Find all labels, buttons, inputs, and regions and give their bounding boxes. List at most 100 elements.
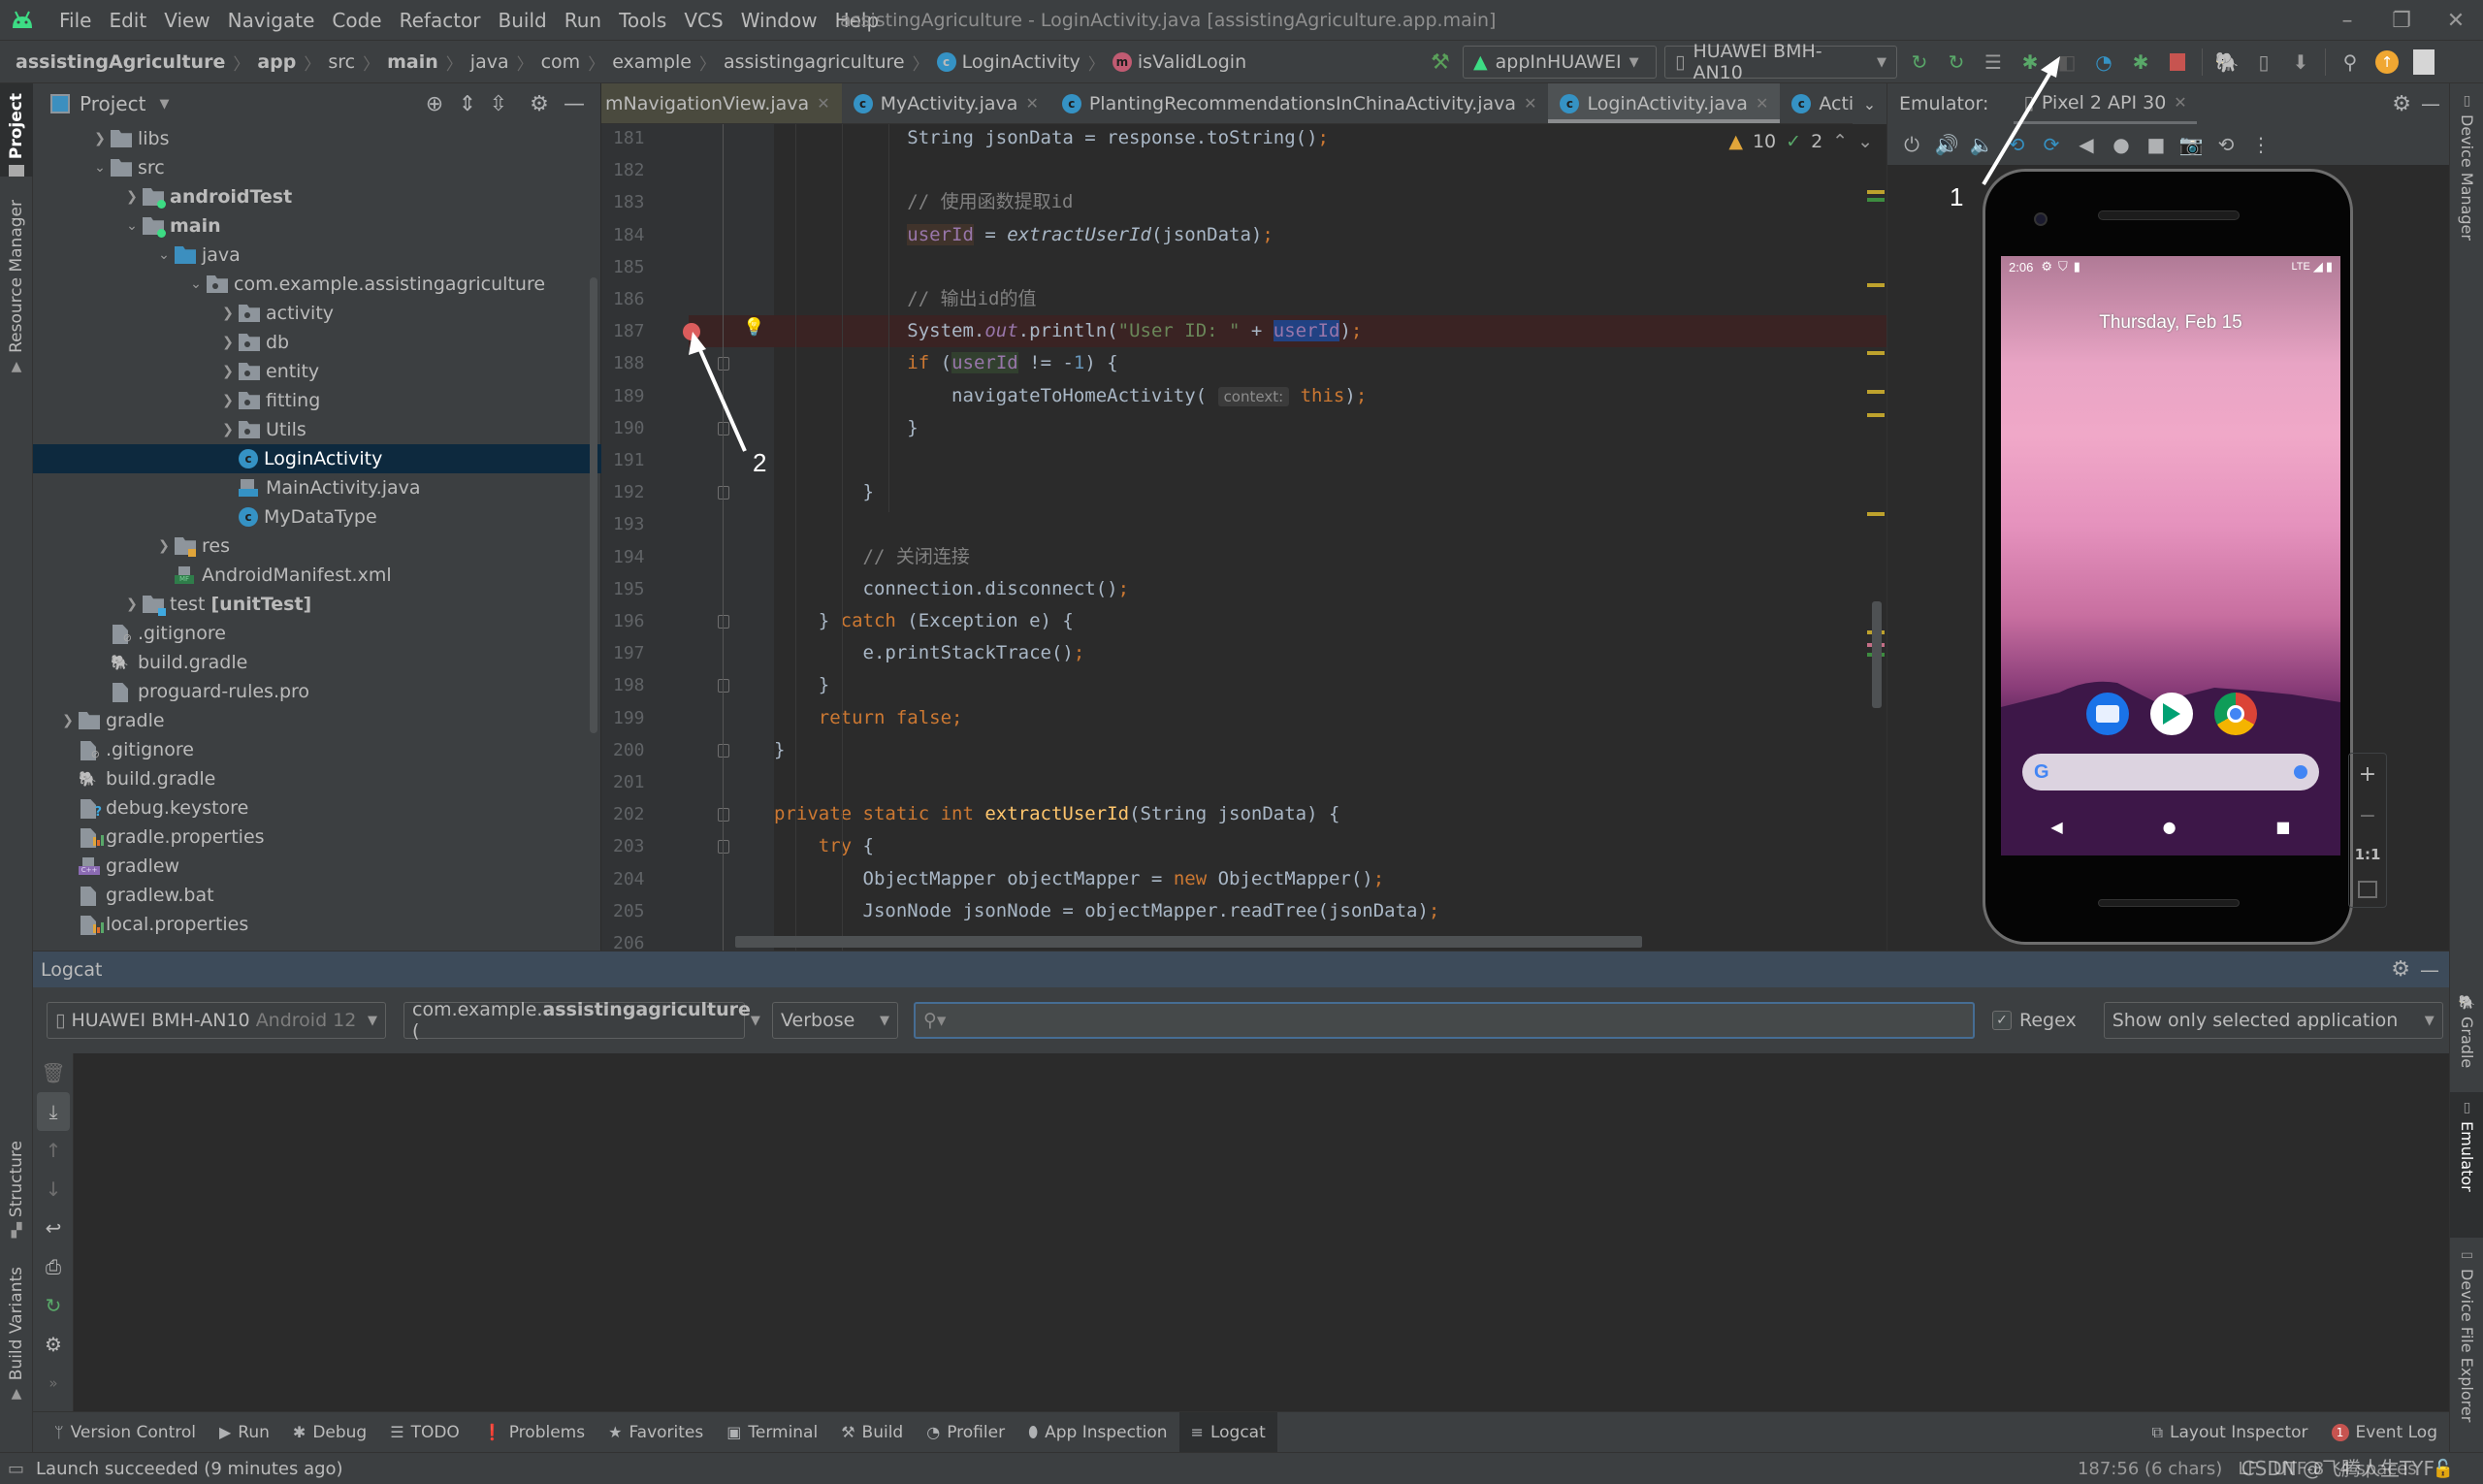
editor-tab[interactable]: mNavigationView.java ✕ (601, 83, 842, 123)
code-line[interactable]: // 关闭连接 (774, 541, 1886, 573)
line-number[interactable]: 188 (613, 347, 671, 379)
code-line[interactable]: return false; (774, 702, 1886, 734)
breadcrumb-item[interactable]: c LoginActivity (936, 51, 1080, 73)
line-number[interactable]: 189 (613, 380, 671, 412)
search-everywhere-button[interactable]: ⚲ (2332, 44, 2369, 81)
volume-down-icon[interactable]: 🔈 (1967, 130, 1996, 159)
menu-edit[interactable]: Edit (100, 9, 155, 32)
toggle-tool-windows-icon[interactable]: ▭ (8, 1459, 24, 1479)
tree-item[interactable]: ❯ fitting (33, 386, 586, 415)
editor-tab[interactable]: c PlantingRecommendationsInChinaActivity.… (1050, 83, 1549, 123)
home-icon[interactable]: ● (2107, 130, 2136, 159)
fit-screen-icon[interactable] (2358, 881, 2377, 898)
bottom-tab-run[interactable]: ▶ Run (208, 1412, 281, 1453)
more-icon[interactable]: » (33, 1364, 74, 1403)
hide-panel-icon[interactable]: — (2421, 92, 2440, 115)
line-number[interactable]: 192 (613, 476, 671, 508)
code-line[interactable]: navigateToHomeActivity( context: this); (774, 380, 1886, 412)
code-line[interactable]: userId = extractUserId(jsonData); (774, 219, 1886, 251)
tree-item[interactable]: C++ gradlew (33, 852, 586, 881)
bottom-tab-app-inspection[interactable]: ⬮ App Inspection (1016, 1412, 1178, 1453)
bottom-tab-todo[interactable]: ☰ TODO (378, 1412, 471, 1453)
code-line[interactable]: // 使用函数提取id (774, 186, 1886, 218)
tool-tab-device-manager[interactable]: ▯ Device Manager (2450, 93, 2483, 241)
tree-item[interactable]: ❯ activity (33, 299, 586, 328)
sdk-manager-button[interactable]: ⬇ (2282, 44, 2319, 81)
tree-item[interactable]: ❯ res (33, 532, 586, 561)
apply-changes-button[interactable]: ↻ (1938, 44, 1975, 81)
tabs-overflow-chevron-icon[interactable]: ⌄ (1853, 83, 1886, 124)
code-line[interactable] (774, 444, 1886, 476)
tree-item[interactable]: gradlew.bat (33, 881, 586, 910)
chevron-down-icon[interactable]: ▼ (159, 97, 169, 112)
zoom-out-button[interactable]: − (2359, 804, 2376, 828)
close-tab-icon[interactable]: ✕ (2174, 93, 2186, 112)
tree-item[interactable]: ❯ gradle (33, 706, 586, 735)
menu-tools[interactable]: Tools (610, 9, 675, 32)
menu-refactor[interactable]: Refactor (391, 9, 490, 32)
line-number[interactable]: 194 (613, 541, 671, 573)
code-line[interactable] (774, 154, 1886, 186)
chevron-right-icon[interactable]: ❯ (217, 422, 239, 437)
code-line[interactable]: } catch (Exception e) { (774, 605, 1886, 637)
volume-up-icon[interactable]: 🔊 (1932, 130, 1961, 159)
error-stripe-mark[interactable] (1867, 390, 1885, 394)
code-line[interactable]: } (774, 669, 1886, 701)
overview-icon[interactable]: ■ (2142, 130, 2171, 159)
chevron-down-icon[interactable]: ⌄ (121, 218, 143, 234)
bottom-tab-event-log[interactable]: 1 Event Log (2320, 1412, 2449, 1453)
chevron-right-icon[interactable]: ❯ (217, 393, 239, 408)
fold-marker-icon[interactable] (718, 679, 729, 694)
tree-item[interactable]: ❯ libs (33, 124, 586, 153)
tree-item[interactable]: 🐘 build.gradle (33, 648, 586, 677)
up-arrow-icon[interactable]: ↑ (33, 1131, 74, 1170)
code-line[interactable]: connection.disconnect(); (774, 573, 1886, 605)
error-stripe-mark[interactable] (1867, 283, 1885, 287)
bottom-tab-version-control[interactable]: ᛘ Version Control (43, 1412, 208, 1453)
tree-item[interactable]: proguard-rules.pro (33, 677, 586, 706)
bottom-tab-profiler[interactable]: ◔ Profiler (915, 1412, 1016, 1453)
editor-gutter[interactable]: 181 182 183 184 185 186 187 💡 188 189 190 191 192 193… (601, 124, 774, 953)
chevron-right-icon[interactable]: ❯ (89, 131, 111, 146)
snapshot-icon[interactable]: ⟲ (2211, 130, 2241, 159)
chevron-down-icon[interactable]: ⌄ (89, 160, 111, 176)
bottom-tab-build[interactable]: ⚒ Build (829, 1412, 915, 1453)
close-tab-icon[interactable]: ✕ (817, 94, 829, 113)
tree-item[interactable]: ⌄ main (33, 211, 586, 241)
code-line[interactable]: } (774, 412, 1886, 444)
code-line[interactable] (774, 508, 1886, 540)
line-number[interactable]: 205 (613, 895, 671, 927)
tool-tab-structure[interactable]: Structure ▞ (0, 1141, 33, 1247)
regex-checkbox[interactable]: ✓ Regex (1992, 1010, 2077, 1031)
more-icon[interactable]: ⋮ (2246, 130, 2275, 159)
scroll-to-end-icon[interactable]: ⤓ (37, 1092, 70, 1131)
device-manager-button[interactable]: ▯ (2245, 44, 2282, 81)
profile-button[interactable]: ◔ (2085, 44, 2122, 81)
gear-icon[interactable]: ⚙ (33, 1325, 74, 1364)
code-line[interactable]: private static int extractUserId(String … (774, 798, 1886, 830)
line-number[interactable]: 183 (613, 186, 671, 218)
hide-panel-icon[interactable]: — (2420, 958, 2439, 982)
code-line[interactable]: } (774, 476, 1886, 508)
power-icon[interactable]: ⏻ (1897, 130, 1926, 159)
minimize-button[interactable]: – (2320, 0, 2374, 41)
logcat-package-select[interactable]: com.example.assistingagriculture ( ▼ (403, 999, 760, 1042)
tool-tab-build-variants[interactable]: Build Variants ▲ (0, 1267, 33, 1402)
collapse-all-icon[interactable]: ⇳ (481, 83, 516, 124)
editor-tab[interactable]: c MyActivity.java ✕ (842, 83, 1050, 123)
project-view-select[interactable]: Project (80, 92, 145, 115)
bottom-tab-debug[interactable]: ✱ Debug (281, 1412, 378, 1453)
rotate-left-icon[interactable]: ⟲ (2002, 130, 2031, 159)
breadcrumb-item[interactable]: app (257, 51, 296, 73)
code-line[interactable]: String jsonData = response.toString(); (774, 124, 1886, 154)
close-tab-icon[interactable]: ✕ (1524, 94, 1536, 113)
error-stripe-mark[interactable] (1867, 512, 1885, 516)
line-number[interactable]: 186 (613, 283, 671, 315)
tree-item[interactable]: MF AndroidManifest.xml (33, 561, 586, 590)
account-button[interactable] (2405, 44, 2442, 81)
bottom-tab-favorites[interactable]: ★ Favorites (597, 1412, 715, 1453)
restart-icon[interactable]: ↻ (33, 1286, 74, 1325)
gear-icon[interactable]: ⚙ (522, 83, 557, 124)
tree-item[interactable]: ❯ androidTest (33, 182, 586, 211)
line-number[interactable]: 195 (613, 573, 671, 605)
